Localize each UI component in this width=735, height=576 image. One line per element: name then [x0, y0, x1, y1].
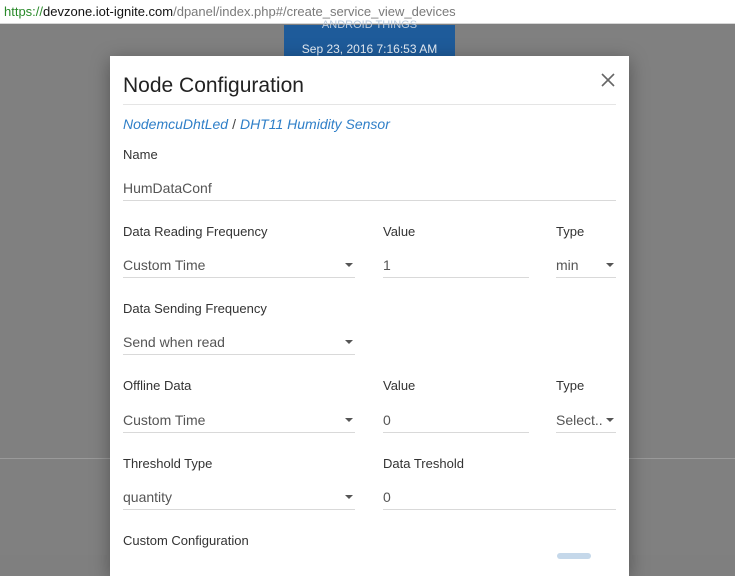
background-card-title: ANDROID THINGS	[321, 19, 418, 31]
sending-frequency-label: Data Sending Frequency	[123, 301, 267, 316]
reading-value-input[interactable]: 1	[383, 254, 529, 278]
offline-value-label: Value	[383, 378, 416, 393]
caret-down-icon	[345, 340, 353, 344]
reading-type-label: Type	[556, 224, 585, 239]
caret-down-icon	[345, 263, 353, 267]
data-threshold-label: Data Treshold	[383, 456, 464, 471]
background-device-card: ANDROID THINGS Sep 23, 2016 7:16:53 AM	[284, 19, 455, 59]
breadcrumb-sensor-link[interactable]: DHT11 Humidity Sensor	[240, 116, 390, 132]
name-input[interactable]: HumDataConf	[123, 177, 616, 201]
caret-down-icon	[345, 418, 353, 422]
reading-value-value: 1	[383, 257, 391, 273]
offline-type-select[interactable]: Select..	[556, 409, 616, 433]
caret-down-icon	[345, 495, 353, 499]
name-input-value: HumDataConf	[123, 180, 212, 196]
offline-data-label: Offline Data	[123, 378, 192, 393]
reading-type-value: min	[556, 257, 579, 273]
sending-frequency-value: Send when read	[123, 334, 225, 350]
reading-frequency-select[interactable]: Custom Time	[123, 254, 355, 278]
offline-data-value: Custom Time	[123, 412, 206, 428]
name-label: Name	[123, 147, 158, 162]
reading-value-label: Value	[383, 224, 416, 239]
title-divider	[123, 104, 616, 105]
data-threshold-input[interactable]: 0	[383, 486, 616, 510]
offline-type-label: Type	[556, 378, 585, 393]
close-button[interactable]	[597, 69, 619, 91]
caret-down-icon	[606, 418, 614, 422]
url-host: devzone.iot-ignite.com	[43, 4, 174, 19]
threshold-type-value: quantity	[123, 489, 173, 505]
caret-down-icon	[606, 263, 614, 267]
offline-value-value: 0	[383, 412, 391, 428]
data-threshold-value: 0	[383, 489, 391, 505]
breadcrumb-separator: /	[232, 116, 236, 132]
modal-title: Node Configuration	[123, 74, 304, 97]
offline-value-input[interactable]: 0	[383, 409, 529, 433]
offline-type-value: Select..	[556, 412, 603, 428]
background-card-date: Sep 23, 2016 7:16:53 AM	[301, 42, 438, 56]
custom-configuration-toggle[interactable]	[557, 553, 591, 559]
custom-configuration-label: Custom Configuration	[123, 533, 249, 548]
sending-frequency-select[interactable]: Send when read	[123, 331, 355, 355]
threshold-type-label: Threshold Type	[123, 456, 213, 471]
offline-data-select[interactable]: Custom Time	[123, 409, 355, 433]
node-configuration-modal: Node Configuration NodemcuDhtLed / DHT11 H…	[110, 56, 629, 576]
reading-type-select[interactable]: min	[556, 254, 616, 278]
reading-frequency-label: Data Reading Frequency	[123, 224, 268, 239]
close-icon	[601, 73, 615, 87]
url-path: /dpanel/index.php#/create_service_view_d…	[173, 4, 456, 19]
breadcrumb: NodemcuDhtLed / DHT11 Humidity Sensor	[123, 116, 390, 132]
threshold-type-select[interactable]: quantity	[123, 486, 355, 510]
reading-frequency-value: Custom Time	[123, 257, 206, 273]
url-scheme: https://	[4, 4, 44, 19]
breadcrumb-node-link[interactable]: NodemcuDhtLed	[123, 116, 228, 132]
